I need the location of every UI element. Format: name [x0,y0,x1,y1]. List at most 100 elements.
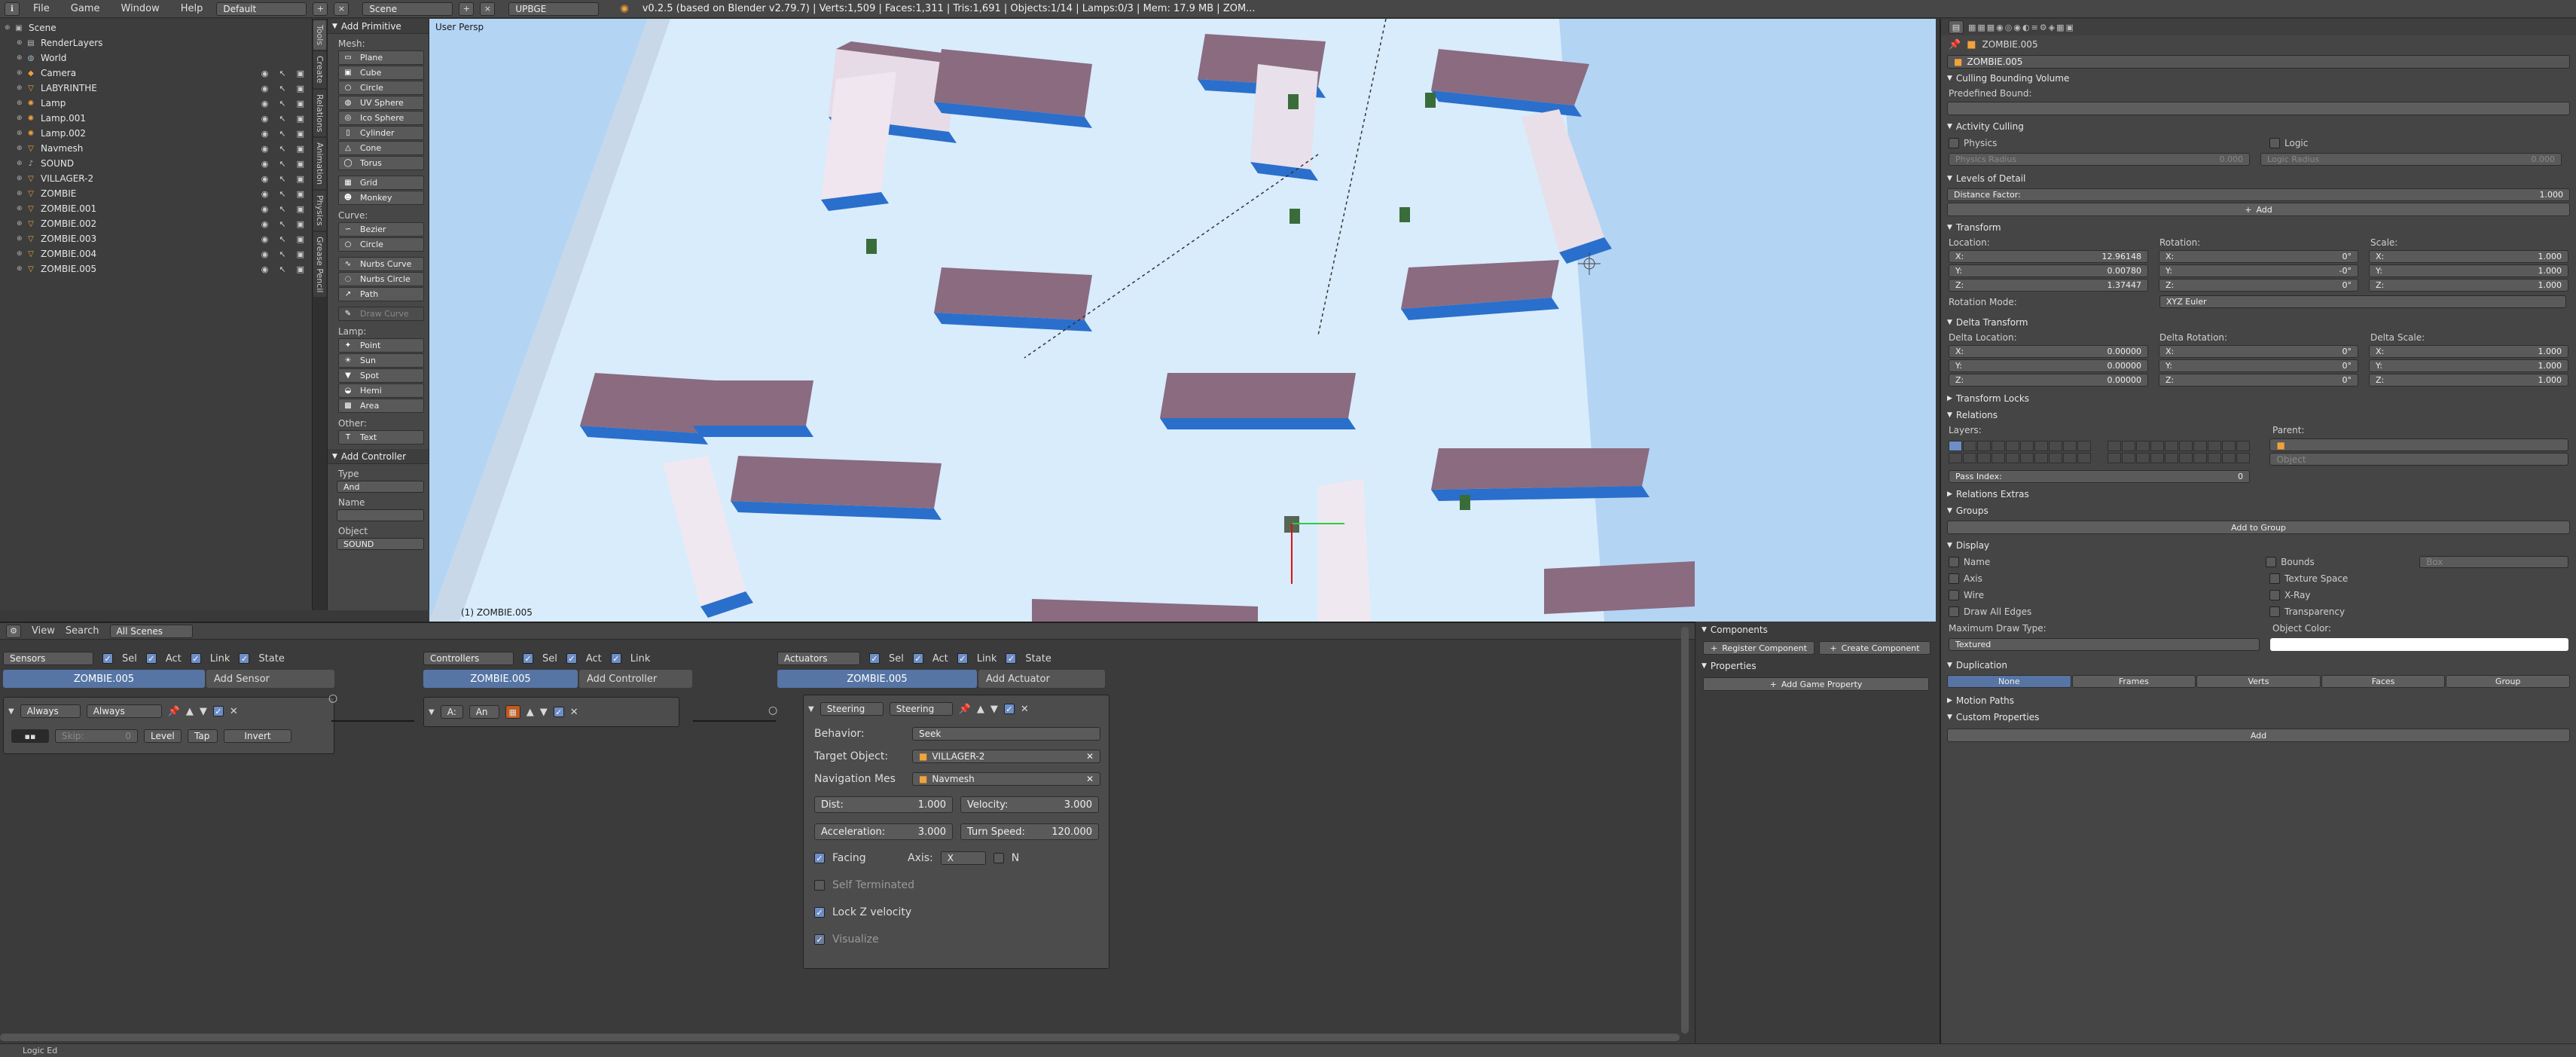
eye-icon[interactable]: ◉ [261,219,269,229]
layout-selector[interactable]: Default [216,2,307,16]
outliner-item[interactable]: ⊕ ◍ World [0,50,312,66]
add-torus-button[interactable]: ◯ Torus [338,156,424,170]
controller-type-select[interactable]: And [337,481,424,493]
eye-icon[interactable]: ◉ [261,159,269,169]
select-arrow-icon[interactable]: ↖ [279,84,285,93]
location-y-field[interactable]: Y: 0.00780 [1949,264,2148,277]
add-hemi-button[interactable]: ◒ Hemi [338,383,424,398]
controllers-object-name[interactable]: ZOMBIE.005 [423,670,578,688]
location-x-field[interactable]: X: 12.96148 [1949,250,2148,263]
add-bezier-button[interactable]: ∽ Bezier [338,222,424,237]
eye-icon[interactable]: ◉ [261,69,269,78]
render-camera-icon[interactable]: ▣ [297,234,304,244]
menu-view[interactable]: View [32,625,55,637]
draw-curve-button[interactable]: ✎ Draw Curve [338,307,424,321]
visibility-toggles[interactable]: ◉ ↖ ▣ [261,129,304,139]
acceleration-field[interactable]: Acceleration: 3.000 [814,823,953,840]
move-up-icon[interactable]: ▲ [977,704,984,715]
menu-window[interactable]: Window [113,3,166,14]
controller-state-icon[interactable]: ▦ [505,705,520,719]
pin-icon[interactable]: 📌 [1949,39,1961,50]
display-left-check[interactable] [1949,557,1959,567]
lock-z-check[interactable]: ✓ [814,907,825,918]
target-object-field[interactable]: ■ VILLAGER-2 ✕ [912,750,1100,763]
add-point-button[interactable]: ✦ Point [338,338,424,353]
logic-check[interactable] [2269,138,2280,148]
add-cylinder-button[interactable]: ▯ Cylinder [338,126,424,140]
visibility-toggles[interactable]: ◉ ↖ ▣ [261,144,304,154]
remove-layout-button[interactable]: × [334,2,349,16]
create-component-button[interactable]: + Create Component [1819,641,1930,655]
controller-name-field[interactable] [337,509,424,521]
expand-icon[interactable]: ⊕ [17,99,26,107]
render-camera-icon[interactable]: ▣ [297,99,304,108]
remove-scene-button[interactable]: × [480,2,496,16]
eye-icon[interactable]: ◉ [261,189,269,199]
expand-icon[interactable]: ⊕ [17,54,26,62]
move-up-icon[interactable]: ▲ [186,706,194,717]
culling-header[interactable]: ▼ Culling Bounding Volume [1941,70,2576,87]
controllers-act-check[interactable]: ✓ [566,653,577,664]
physics-check[interactable] [1949,138,1959,148]
render-camera-icon[interactable]: ▣ [297,264,304,274]
delta-rotation-z-field[interactable]: Z: 0° [2159,374,2358,386]
add-sun-button[interactable]: ☀ Sun [338,353,424,368]
eye-icon[interactable]: ◉ [261,264,269,274]
outliner-item[interactable]: ⊕ ✺ Lamp.001 ◉ ↖ ▣ [0,111,312,126]
add-controller-header[interactable]: ▼ Add Controller [328,449,429,464]
move-down-icon[interactable]: ▼ [200,706,207,717]
delta-location-x-field[interactable]: X: 0.00000 [1949,345,2148,358]
visibility-toggles[interactable]: ◉ ↖ ▣ [261,69,304,78]
visibility-toggles[interactable]: ◉ ↖ ▣ [261,204,304,214]
outliner-item[interactable]: ⊕ ▽ ZOMBIE.002 ◉ ↖ ▣ [0,216,312,231]
display-right-check[interactable] [2266,557,2277,567]
delta-transform-header[interactable]: ▼ Delta Transform [1941,314,2576,331]
duplication-tab-verts[interactable]: Verts [2196,675,2321,688]
editor-type-icon[interactable]: ⚙ [6,624,21,638]
duplication-tab-none[interactable]: None [1947,675,2071,688]
tab-animation[interactable]: Animation [313,138,326,190]
actuator-link-socket[interactable]: ○ [768,704,783,716]
render-camera-icon[interactable]: ▣ [297,204,304,214]
eye-icon[interactable]: ◉ [261,204,269,214]
object-name-field[interactable]: ■ ZOMBIE.005 [1947,55,2570,69]
select-arrow-icon[interactable]: ↖ [279,264,285,274]
outliner-item[interactable]: ⊕ ▽ ZOMBIE.004 ◉ ↖ ▣ [0,246,312,261]
outliner-item[interactable]: ⊕ ♪ SOUND ◉ ↖ ▣ [0,156,312,171]
groups-header[interactable]: ▼ Groups [1941,503,2576,519]
scene-selector[interactable]: Scene [362,2,453,16]
add-cone-button[interactable]: △ Cone [338,141,424,155]
visibility-toggles[interactable]: ◉ ↖ ▣ [261,264,304,274]
display-right-check[interactable] [2269,606,2280,617]
pulse-mode-buttons[interactable]: ▪▪ [11,729,49,743]
render-camera-icon[interactable]: ▣ [297,159,304,169]
eye-icon[interactable]: ◉ [261,249,269,259]
visibility-toggles[interactable]: ◉ ↖ ▣ [261,249,304,259]
actuators-object-name[interactable]: ZOMBIE.005 [777,670,977,688]
select-arrow-icon[interactable]: ↖ [279,189,285,199]
actuators-sel-check[interactable]: ✓ [869,653,880,664]
tab-grease-pencil[interactable]: Grease Pencil [313,231,326,298]
expand-icon[interactable]: ⊕ [17,250,26,258]
expand-icon[interactable]: ⊕ [17,175,26,182]
object-color-swatch[interactable] [2269,638,2568,651]
relations-extras-header[interactable]: ▶ Relations Extras [1941,486,2576,503]
tap-toggle[interactable]: Tap [188,729,218,743]
expand-icon[interactable]: ⊕ [17,84,26,92]
controllers-menu[interactable]: Controllers [423,652,514,665]
outliner-item[interactable]: ⊕ ◆ Camera ◉ ↖ ▣ [0,66,312,81]
transform-header[interactable]: ▼ Transform [1941,219,2576,236]
controller-active-check[interactable]: ✓ [553,707,564,717]
eye-icon[interactable]: ◉ [261,129,269,139]
location-z-field[interactable]: Z: 1.37447 [1949,279,2148,292]
display-header[interactable]: ▼ Display [1941,537,2576,554]
controller-name-field[interactable]: An [469,705,499,719]
add-sensor-button[interactable]: Add Sensor [206,670,334,688]
actuators-state-check[interactable]: ✓ [1006,653,1017,664]
select-arrow-icon[interactable]: ↖ [279,69,285,78]
eye-icon[interactable]: ◉ [261,84,269,93]
eye-icon[interactable]: ◉ [261,174,269,184]
outliner-item[interactable]: ⊕ ▤ RenderLayers [0,35,312,50]
add-cube-button[interactable]: ▣ Cube [338,66,424,80]
duplication-tab-faces[interactable]: Faces [2321,675,2446,688]
